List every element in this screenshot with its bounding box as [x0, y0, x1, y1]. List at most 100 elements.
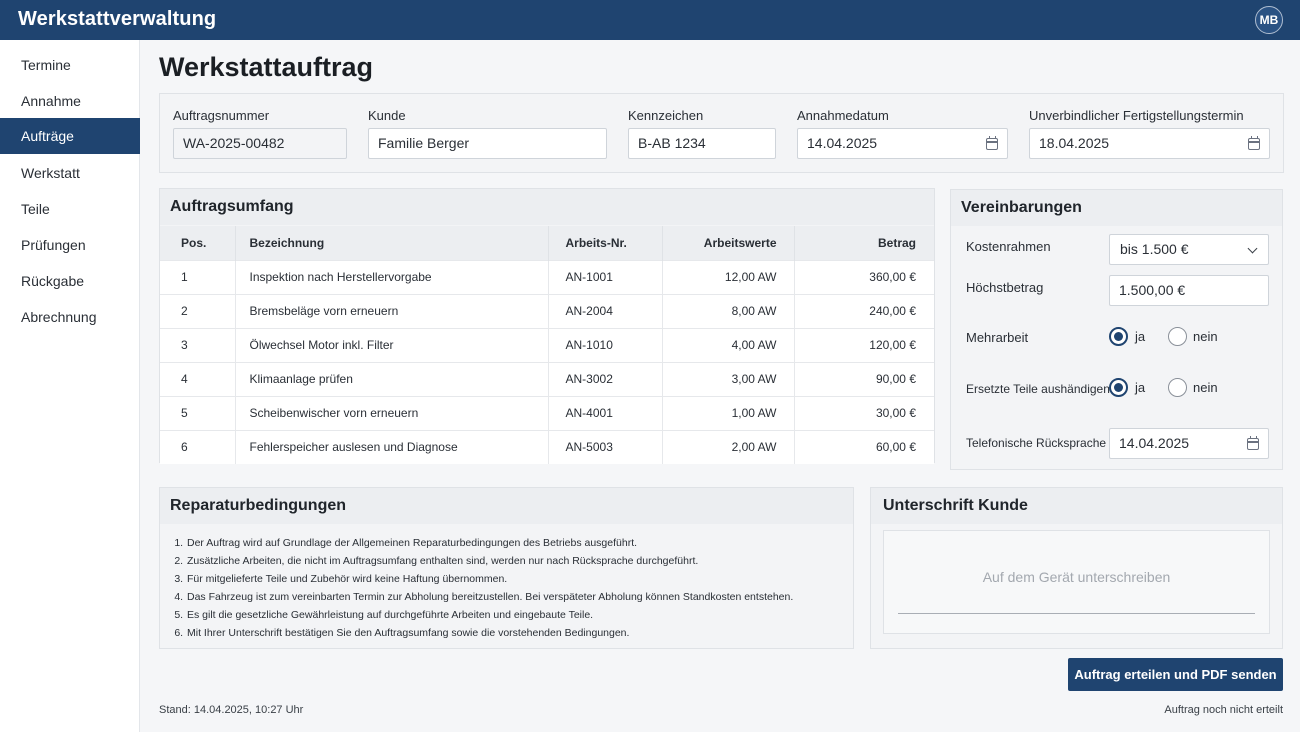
- return-parts-yes-label: ja: [1135, 380, 1146, 395]
- cell-desc: Ölwechsel Motor inkl. Filter: [235, 327, 549, 362]
- conditions-panel: Reparaturbedingungen Der Auftrag wird au…: [159, 487, 854, 649]
- scope-panel: Auftragsumfang Pos. Bezeichnung Arbeits-…: [159, 188, 935, 464]
- calendar-icon[interactable]: [1247, 436, 1259, 450]
- extra-work-no-label: nein: [1193, 329, 1218, 344]
- cell-desc: Fehlerspeicher auslesen und Diagnose: [235, 429, 549, 464]
- extra-work-yes-radio[interactable]: [1109, 327, 1128, 346]
- signature-hint: Auf dem Gerät unterschreiben: [982, 569, 1171, 585]
- intake-date-value: 14.04.2025: [807, 135, 878, 151]
- app-title: Werkstattverwaltung: [18, 8, 217, 30]
- table-row[interactable]: 4 Klimaanlage prüfen AN-3002 3,00 AW 90,…: [160, 361, 934, 396]
- user-avatar[interactable]: MB: [1255, 6, 1283, 34]
- conditions-panel-header: Reparaturbedingungen: [160, 488, 853, 524]
- return-parts-label: Ersetzte Teile aushändigen: [966, 382, 1110, 396]
- table-row[interactable]: 3 Ölwechsel Motor inkl. Filter AN-1010 4…: [160, 327, 934, 362]
- signature-panel: Unterschrift Kunde Auf dem Gerät untersc…: [870, 487, 1283, 649]
- agreements-panel: Vereinbarungen Kostenrahmen bis 1.500 € …: [950, 189, 1283, 470]
- extra-work-label: Mehrarbeit: [966, 330, 1029, 345]
- calendar-icon[interactable]: [986, 136, 998, 150]
- order-number-field: WA-2025-00482: [173, 128, 347, 159]
- cell-desc: Scheibenwischer vorn erneuern: [235, 395, 549, 430]
- phone-callback-date-field[interactable]: 14.04.2025: [1109, 428, 1269, 459]
- cell-desc: Bremsbeläge vorn erneuern: [235, 293, 549, 328]
- intake-date-field[interactable]: 14.04.2025: [797, 128, 1008, 159]
- scope-panel-header: Auftragsumfang: [160, 189, 934, 225]
- signature-panel-header: Unterschrift Kunde: [871, 488, 1282, 524]
- calendar-icon[interactable]: [1248, 136, 1260, 150]
- cell-desc: Inspektion nach Herstellervorgabe: [235, 259, 549, 294]
- col-arbeits-nr: Arbeits-Nr.: [548, 226, 663, 260]
- sidebar-item-teile[interactable]: Teile: [0, 191, 140, 227]
- customer-field[interactable]: Familie Berger: [368, 128, 607, 159]
- table-header-row: Pos. Bezeichnung Arbeits-Nr. Arbeitswert…: [160, 226, 934, 260]
- sidebar-item-rueckgabe[interactable]: Rückgabe: [0, 263, 140, 299]
- conditions-list: Der Auftrag wird auf Grundlage der Allge…: [172, 534, 793, 642]
- extra-work-yes-label: ja: [1135, 329, 1146, 344]
- max-amount-field[interactable]: 1.500,00 €: [1109, 275, 1269, 306]
- return-parts-no-label: nein: [1193, 380, 1218, 395]
- cell-pos: 5: [160, 395, 236, 430]
- intake-date-label: Annahmedatum: [797, 108, 889, 123]
- condition-item: Zusätzliche Arbeiten, die nicht im Auftr…: [186, 552, 793, 570]
- conditions-title: Reparaturbedingungen: [170, 497, 347, 514]
- sidebar: Termine Annahme Aufträge Werkstatt Teile…: [0, 40, 140, 732]
- order-header-panel: Auftragsnummer WA-2025-00482 Kunde Famil…: [159, 93, 1284, 173]
- col-arbeitswerte: Arbeitswerte: [662, 226, 795, 260]
- cell-nr: AN-1001: [548, 259, 663, 294]
- agreements-title: Vereinbarungen: [961, 199, 1082, 216]
- sidebar-item-abrechnung[interactable]: Abrechnung: [0, 299, 140, 335]
- return-parts-yes-radio[interactable]: [1109, 378, 1128, 397]
- cell-aw: 12,00 AW: [662, 259, 795, 294]
- condition-item: Das Fahrzeug ist zum vereinbarten Termin…: [186, 588, 793, 606]
- submit-order-button[interactable]: Auftrag erteilen und PDF senden: [1068, 658, 1283, 691]
- plate-field[interactable]: B-AB 1234: [628, 128, 776, 159]
- cell-amount: 120,00 €: [794, 327, 934, 362]
- return-parts-no-radio[interactable]: [1168, 378, 1187, 397]
- cell-aw: 4,00 AW: [662, 327, 795, 362]
- cost-frame-value: bis 1.500 €: [1120, 241, 1189, 257]
- cell-pos: 4: [160, 361, 236, 396]
- cell-pos: 3: [160, 327, 236, 362]
- scope-table: Pos. Bezeichnung Arbeits-Nr. Arbeitswert…: [160, 226, 934, 464]
- cell-amount: 90,00 €: [794, 361, 934, 396]
- cell-nr: AN-5003: [548, 429, 663, 464]
- phone-callback-value: 14.04.2025: [1119, 435, 1190, 451]
- cell-nr: AN-1010: [548, 327, 663, 362]
- chevron-down-icon: [1247, 243, 1258, 254]
- plate-label: Kennzeichen: [628, 108, 704, 123]
- completion-date-value: 18.04.2025: [1039, 135, 1110, 151]
- completion-date-field[interactable]: 18.04.2025: [1029, 128, 1270, 159]
- cell-nr: AN-4001: [548, 395, 663, 430]
- cell-nr: AN-3002: [548, 361, 663, 396]
- table-row[interactable]: 5 Scheibenwischer vorn erneuern AN-4001 …: [160, 395, 934, 430]
- cost-frame-select[interactable]: bis 1.500 €: [1109, 234, 1269, 265]
- cell-amount: 60,00 €: [794, 429, 934, 464]
- cell-amount: 30,00 €: [794, 395, 934, 430]
- table-row[interactable]: 2 Bremsbeläge vorn erneuern AN-2004 8,00…: [160, 293, 934, 328]
- cell-amount: 240,00 €: [794, 293, 934, 328]
- cell-desc: Klimaanlage prüfen: [235, 361, 549, 396]
- sidebar-item-annahme[interactable]: Annahme: [0, 83, 140, 119]
- signature-pad[interactable]: Auf dem Gerät unterschreiben: [883, 530, 1270, 634]
- cell-amount: 360,00 €: [794, 259, 934, 294]
- table-row[interactable]: 6 Fehlerspeicher auslesen und Diagnose A…: [160, 429, 934, 464]
- sidebar-item-auftraege[interactable]: Aufträge: [0, 118, 140, 154]
- cell-pos: 1: [160, 259, 236, 294]
- condition-item: Für mitgelieferte Teile und Zubehör wird…: [186, 570, 793, 588]
- sidebar-item-pruefungen[interactable]: Prüfungen: [0, 227, 140, 263]
- completion-date-label: Unverbindlicher Fertigstellungstermin: [1029, 108, 1244, 123]
- sidebar-item-werkstatt[interactable]: Werkstatt: [0, 155, 140, 191]
- cell-aw: 2,00 AW: [662, 429, 795, 464]
- table-row[interactable]: 1 Inspektion nach Herstellervorgabe AN-1…: [160, 259, 934, 294]
- extra-work-no-radio[interactable]: [1168, 327, 1187, 346]
- condition-item: Der Auftrag wird auf Grundlage der Allge…: [186, 534, 793, 552]
- order-status: Auftrag noch nicht erteilt: [1164, 704, 1283, 716]
- cell-aw: 1,00 AW: [662, 395, 795, 430]
- cell-pos: 6: [160, 429, 236, 464]
- col-pos: Pos.: [160, 226, 236, 260]
- condition-item: Mit Ihrer Unterschrift bestätigen Sie de…: [186, 624, 793, 642]
- col-bezeichnung: Bezeichnung: [235, 226, 549, 260]
- customer-label: Kunde: [368, 108, 406, 123]
- condition-item: Es gilt die gesetzliche Gewährleistung a…: [186, 606, 793, 624]
- sidebar-item-termine[interactable]: Termine: [0, 47, 140, 83]
